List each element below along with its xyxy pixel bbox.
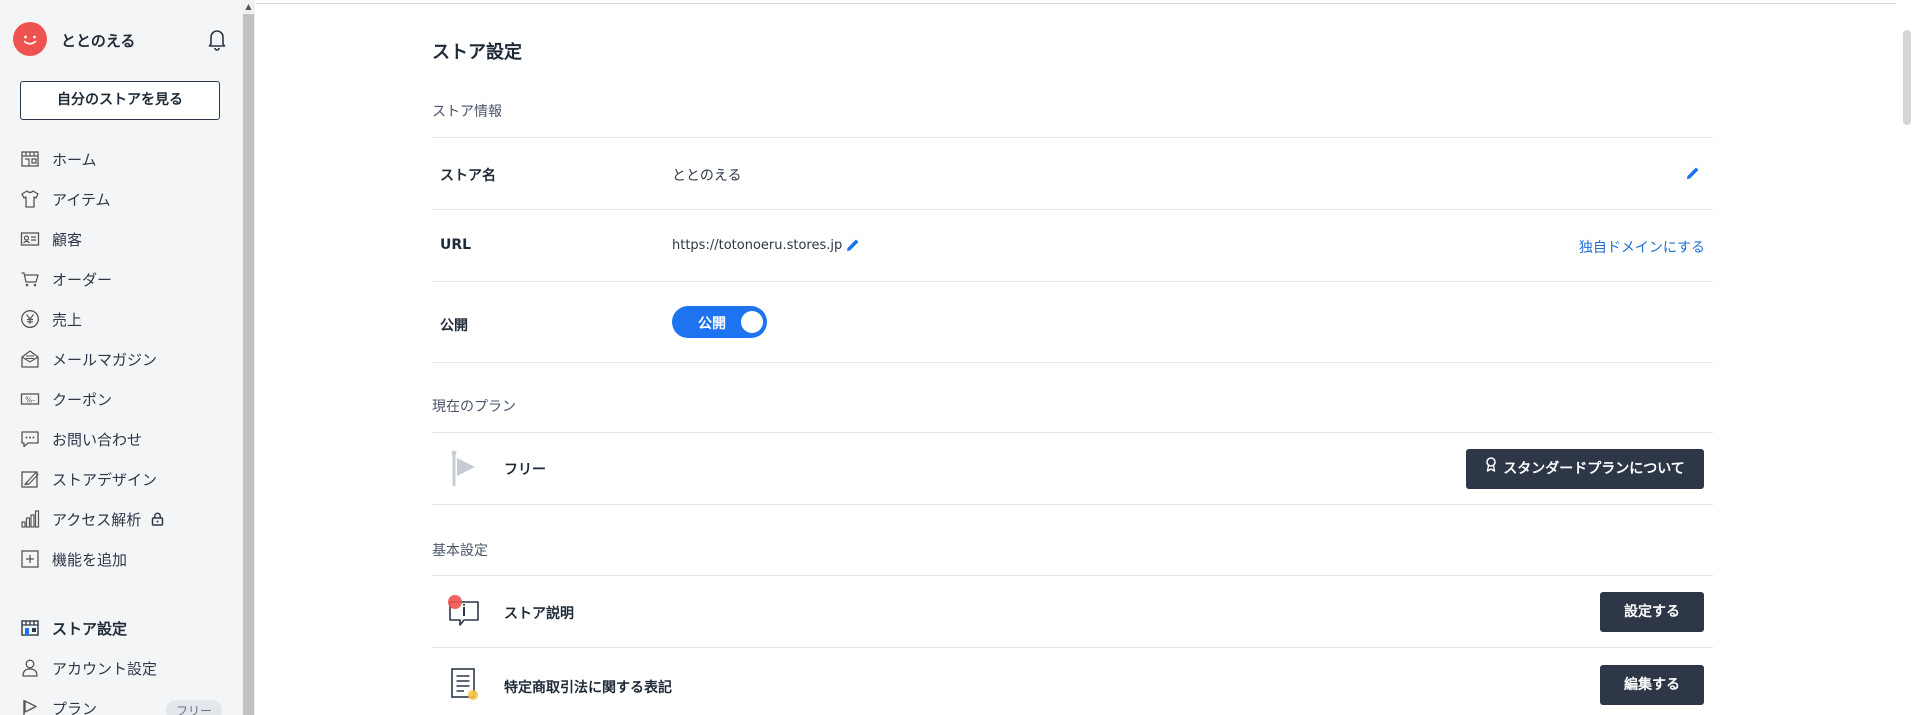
store-avatar[interactable] bbox=[13, 22, 47, 56]
user-icon bbox=[20, 658, 40, 678]
edit-store-name-pencil-icon[interactable] bbox=[1685, 165, 1701, 181]
yen-icon bbox=[20, 309, 40, 329]
sidebar-item-label: ストアデザイン bbox=[52, 470, 158, 489]
sidebar-item-label: ストア設定 bbox=[52, 619, 128, 638]
section-store-info: ストア情報 bbox=[432, 104, 502, 120]
store-settings-icon bbox=[20, 618, 40, 638]
plus-box-icon bbox=[20, 549, 40, 569]
store-name-label: ストア名 bbox=[440, 168, 496, 184]
info-bubble-icon bbox=[446, 592, 482, 632]
sidebar-item-analytics[interactable]: アクセス解析 bbox=[0, 499, 242, 539]
sidebar: ととのえる 自分のストアを見る ホーム アイテム 顧客 オーダー 売上 メールマ… bbox=[0, 0, 242, 715]
sidebar-nav-bottom: ストア設定 アカウント設定 プラン フリー bbox=[0, 608, 242, 715]
sidebar-item-label: オーダー bbox=[52, 270, 113, 289]
page-title: ストア設定 bbox=[432, 42, 522, 63]
sidebar-nav: ホーム アイテム 顧客 オーダー 売上 メールマガジン %- クーポン お問い合 bbox=[0, 139, 242, 579]
custom-domain-link[interactable]: 独自ドメインにする bbox=[1579, 237, 1705, 257]
sidebar-scrollbar-thumb[interactable] bbox=[243, 14, 254, 715]
design-icon bbox=[20, 469, 40, 489]
lock-icon bbox=[151, 512, 164, 526]
edit-url-pencil-icon[interactable] bbox=[845, 237, 861, 253]
sidebar-item-label: 顧客 bbox=[52, 230, 83, 249]
divider bbox=[432, 647, 1713, 648]
sidebar-item-newsletter[interactable]: メールマガジン bbox=[0, 339, 242, 379]
document-icon bbox=[448, 666, 482, 708]
page-scrollbar-thumb[interactable] bbox=[1903, 30, 1911, 125]
customer-card-icon bbox=[20, 229, 40, 249]
analytics-icon bbox=[20, 509, 40, 529]
divider bbox=[432, 432, 1713, 433]
sidebar-item-store-design[interactable]: ストアデザイン bbox=[0, 459, 242, 499]
sidebar-item-items[interactable]: アイテム bbox=[0, 179, 242, 219]
cart-icon bbox=[20, 269, 40, 289]
view-store-button[interactable]: 自分のストアを見る bbox=[20, 81, 220, 120]
chat-icon bbox=[20, 429, 40, 449]
sidebar-item-coupons[interactable]: %- クーポン bbox=[0, 379, 242, 419]
sidebar-item-label: ホーム bbox=[52, 150, 97, 169]
standard-plan-button[interactable]: スタンダードプランについて bbox=[1466, 449, 1704, 489]
current-plan-name: フリー bbox=[504, 462, 546, 478]
sidebar-item-label: アカウント設定 bbox=[52, 659, 158, 678]
coupon-icon: %- bbox=[20, 389, 40, 409]
sidebar-scrollbar[interactable]: ▲ bbox=[242, 0, 255, 715]
sidebar-item-label: 売上 bbox=[52, 310, 83, 329]
mail-icon bbox=[20, 349, 40, 369]
divider bbox=[432, 362, 1713, 363]
url-value: https://totonoeru.stores.jp bbox=[672, 238, 843, 253]
sidebar-item-orders[interactable]: オーダー bbox=[0, 259, 242, 299]
sidebar-item-label: 機能を追加 bbox=[52, 550, 128, 569]
divider bbox=[432, 137, 1713, 138]
svg-text:%-: %- bbox=[25, 395, 35, 404]
award-icon bbox=[1485, 448, 1497, 488]
divider bbox=[432, 281, 1713, 282]
flag-icon bbox=[20, 698, 40, 715]
sidebar-item-label: クーポン bbox=[52, 390, 113, 409]
sidebar-item-sales[interactable]: 売上 bbox=[0, 299, 242, 339]
sidebar-item-label: アクセス解析 bbox=[52, 510, 142, 529]
set-description-button[interactable]: 設定する bbox=[1600, 592, 1704, 632]
sidebar-item-label: プラン bbox=[52, 699, 98, 715]
shop-icon bbox=[20, 149, 40, 169]
edit-commercial-law-button[interactable]: 編集する bbox=[1600, 665, 1704, 705]
shirt-icon bbox=[20, 189, 40, 209]
plan-flag-icon bbox=[450, 450, 478, 492]
page-scrollbar[interactable] bbox=[1898, 0, 1916, 715]
plan-badge: フリー bbox=[165, 700, 222, 715]
sidebar-item-home[interactable]: ホーム bbox=[0, 139, 242, 179]
sidebar-item-store-settings[interactable]: ストア設定 bbox=[0, 608, 242, 648]
store-name: ととのえる bbox=[61, 32, 136, 50]
sidebar-item-label: アイテム bbox=[52, 190, 111, 209]
sidebar-item-customers[interactable]: 顧客 bbox=[0, 219, 242, 259]
sidebar-item-inquiries[interactable]: お問い合わせ bbox=[0, 419, 242, 459]
scroll-up-arrow-icon[interactable]: ▲ bbox=[242, 0, 255, 14]
sidebar-header: ととのえる bbox=[13, 22, 228, 56]
divider bbox=[432, 209, 1713, 210]
sidebar-item-account-settings[interactable]: アカウント設定 bbox=[0, 648, 242, 688]
publish-toggle[interactable]: 公開 bbox=[672, 306, 767, 338]
top-divider bbox=[256, 0, 1896, 4]
commercial-law-label: 特定商取引法に関する表記 bbox=[504, 680, 672, 696]
publish-label: 公開 bbox=[440, 318, 468, 334]
bell-icon[interactable] bbox=[206, 27, 228, 51]
sidebar-item-label: お問い合わせ bbox=[52, 430, 143, 449]
divider bbox=[432, 504, 1713, 505]
toggle-knob bbox=[741, 311, 763, 333]
store-description-label: ストア説明 bbox=[504, 606, 574, 622]
sidebar-item-add-features[interactable]: 機能を追加 bbox=[0, 539, 242, 579]
store-name-value: ととのえる bbox=[672, 168, 742, 184]
publish-toggle-label: 公開 bbox=[698, 316, 726, 332]
standard-plan-button-label: スタンダードプランについて bbox=[1503, 461, 1685, 477]
sidebar-item-label: メールマガジン bbox=[52, 350, 158, 369]
divider bbox=[432, 575, 1713, 576]
section-current-plan: 現在のプラン bbox=[432, 399, 516, 415]
section-basic-settings: 基本設定 bbox=[432, 543, 488, 559]
sidebar-item-plan[interactable]: プラン フリー bbox=[0, 688, 242, 715]
url-label: URL bbox=[440, 237, 472, 253]
